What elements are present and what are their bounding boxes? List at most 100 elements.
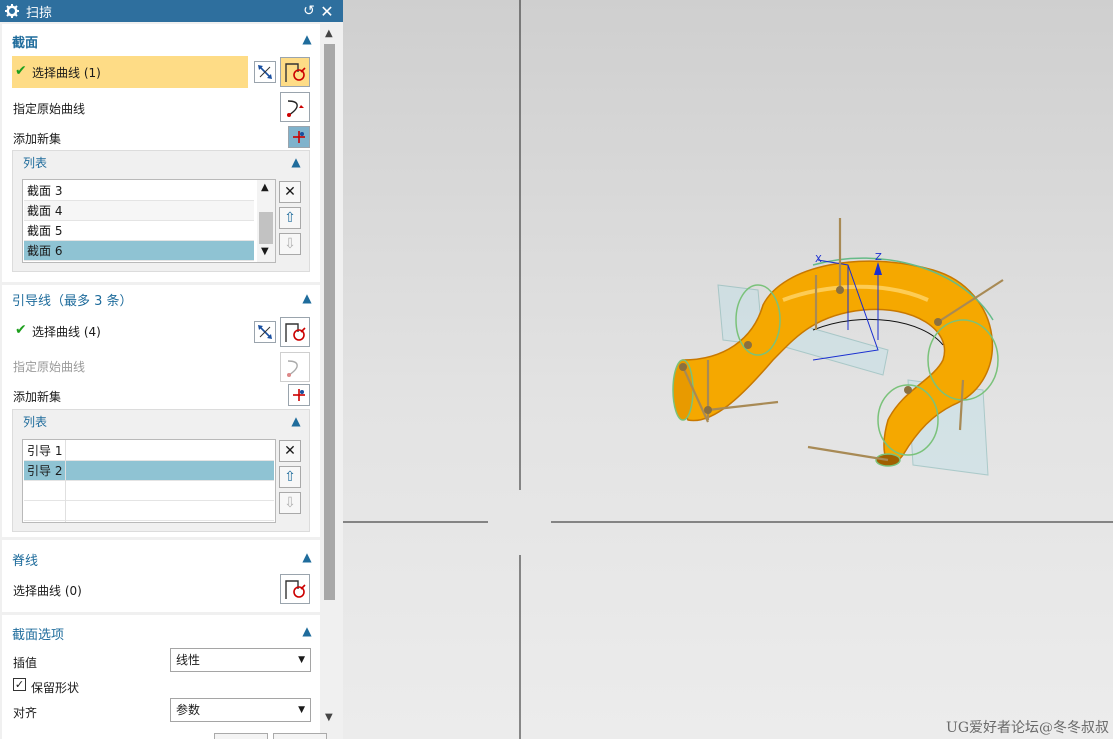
guides-specify-origin-button[interactable]: [280, 352, 310, 382]
scroll-thumb[interactable]: [324, 44, 335, 600]
collapse-guides-list-icon[interactable]: ▲: [289, 414, 303, 428]
reverse-direction-icon: [258, 325, 272, 339]
guides-list[interactable]: 引导 1 引导 2: [22, 439, 276, 523]
scroll-up-icon[interactable]: ▲: [261, 182, 269, 193]
spine-curve-rule-button[interactable]: [280, 574, 310, 604]
guides-group: 引导线（最多 3 条） ▲ ✔ 选择曲线 (4) 指定原始曲线 添加新集 列表 …: [2, 285, 320, 537]
sweep-dialog: 扫掠 ↺ ✕ 截面 ▲ ✔ 选择曲线 (1) 指定原始曲线 添加新集 列表 ▲ …: [0, 0, 343, 739]
curve-rule-icon: [285, 580, 306, 599]
cancel-button[interactable]: [273, 733, 327, 739]
dialog-body: 截面 ▲ ✔ 选择曲线 (1) 指定原始曲线 添加新集 列表 ▲ 截面 3 截面…: [0, 22, 320, 739]
scroll-up-icon[interactable]: ▲: [325, 28, 333, 39]
section-list-title: 列表: [23, 156, 48, 170]
preserve-shape-label: 保留形状: [31, 681, 80, 695]
guides-specify-origin-label: 指定原始曲线: [13, 360, 86, 374]
section-group: 截面 ▲ ✔ 选择曲线 (1) 指定原始曲线 添加新集 列表 ▲ 截面 3 截面…: [2, 24, 320, 282]
guides-group-title: 引导线（最多 3 条）: [12, 294, 133, 309]
interpolation-value: 线性: [176, 653, 201, 667]
guides-list-group: 列表 ▲ 引导 1 引导 2 ✕ ⇧ ⇩: [12, 409, 310, 532]
section-options-title: 截面选项: [12, 628, 65, 643]
check-icon: ✔: [15, 322, 27, 338]
watermark: UG爱好者论坛@冬冬叔叔: [946, 720, 1109, 736]
collapse-section-options-icon[interactable]: ▲: [300, 624, 314, 638]
specify-origin-button[interactable]: [280, 92, 310, 122]
origin-curve-icon: [287, 360, 298, 377]
preserve-shape-checkbox[interactable]: ✓: [13, 678, 26, 691]
list-item[interactable]: 截面 4: [24, 201, 254, 221]
scroll-down-icon[interactable]: ▼: [261, 246, 269, 257]
select-curve-row[interactable]: ✔ 选择曲线 (1): [12, 56, 248, 88]
dialog-scrollbar[interactable]: ▲ ▼: [322, 22, 337, 739]
column-divider: [65, 440, 66, 522]
collapse-guides-icon[interactable]: ▲: [300, 291, 314, 305]
arrow-up-icon: ⇧: [284, 469, 296, 485]
scroll-thumb[interactable]: [259, 212, 273, 244]
close-icon[interactable]: ✕: [318, 2, 336, 21]
arrow-down-icon: ⇩: [284, 495, 296, 511]
curve-rule-icon: [285, 323, 306, 342]
specify-origin-label: 指定原始曲线: [13, 102, 86, 116]
remove-item-button[interactable]: ✕: [279, 181, 301, 203]
ok-button[interactable]: [214, 733, 268, 739]
section-group-title: 截面: [12, 36, 39, 51]
add-new-set-label: 添加新集: [13, 132, 62, 146]
select-curve-label: 选择曲线 (1): [32, 66, 101, 80]
list-item-selected[interactable]: 截面 6: [24, 241, 254, 261]
arrow-up-icon: ⇧: [284, 210, 296, 226]
list-item[interactable]: 截面 3: [24, 181, 254, 201]
move-down-button[interactable]: ⇩: [279, 233, 301, 255]
spine-group-title: 脊线: [12, 554, 39, 569]
guides-move-down-button[interactable]: ⇩: [279, 492, 301, 514]
section-list-group: 列表 ▲ 截面 3 截面 4 截面 5 截面 6 ▲ ▼ ✕ ⇧ ⇩: [12, 150, 310, 272]
reverse-direction-button[interactable]: [254, 61, 276, 83]
reverse-direction-icon: [258, 65, 272, 79]
scroll-down-icon[interactable]: ▼: [325, 712, 333, 723]
delete-x-icon: ✕: [284, 184, 296, 200]
dialog-titlebar: 扫掠 ↺ ✕: [0, 0, 343, 22]
x-axis-label: X: [815, 254, 822, 265]
guides-remove-item-button[interactable]: ✕: [279, 440, 301, 462]
collapse-section-icon[interactable]: ▲: [300, 32, 314, 46]
guides-add-new-set-button[interactable]: [288, 384, 310, 406]
move-up-button[interactable]: ⇧: [279, 207, 301, 229]
guides-reverse-button[interactable]: [254, 321, 276, 343]
guides-select-curve-label[interactable]: 选择曲线 (4): [32, 323, 101, 340]
guides-list-title: 列表: [23, 415, 48, 429]
interpolation-label: 插值: [13, 656, 38, 670]
graphics-viewport[interactable]: Z X UG爱好者论坛@冬冬叔叔: [343, 0, 1113, 739]
alignment-label: 对齐: [13, 706, 38, 720]
interpolation-select[interactable]: 线性 ▼: [170, 648, 311, 672]
list-item-empty: [24, 501, 274, 521]
list-item-empty: [24, 481, 274, 501]
section-options-group: 截面选项 ▲ 插值 线性 ▼ ✓ 保留形状 对齐 参数 ▼: [2, 615, 320, 739]
check-icon: ✔: [15, 63, 27, 79]
section-list-scrollbar[interactable]: ▲ ▼: [257, 180, 275, 262]
spine-select-curve-label[interactable]: 选择曲线 (0): [13, 582, 82, 599]
chevron-down-icon: ▼: [298, 655, 305, 665]
guides-curve-rule-button[interactable]: [280, 317, 310, 347]
collapse-section-list-icon[interactable]: ▲: [289, 155, 303, 169]
guides-add-new-set-label: 添加新集: [13, 390, 62, 404]
list-item[interactable]: 截面 5: [24, 221, 254, 241]
curve-rule-icon: [285, 63, 306, 82]
add-new-set-button[interactable]: [288, 126, 310, 148]
reset-icon[interactable]: ↺: [300, 2, 318, 20]
spine-group: 脊线 ▲ 选择曲线 (0): [2, 540, 320, 612]
list-item-selected[interactable]: 引导 2: [24, 461, 274, 481]
chevron-down-icon: ▼: [298, 705, 305, 715]
collapse-spine-icon[interactable]: ▲: [300, 550, 314, 564]
z-axis-label: Z: [875, 252, 882, 263]
curve-rule-button[interactable]: [280, 57, 310, 87]
arrow-down-icon: ⇩: [284, 236, 296, 252]
gear-icon[interactable]: [3, 2, 21, 20]
add-set-icon: [293, 389, 305, 401]
model-view[interactable]: Z X: [343, 0, 1113, 739]
delete-x-icon: ✕: [284, 443, 296, 459]
list-item[interactable]: 引导 1: [24, 441, 274, 461]
add-set-icon: [293, 131, 305, 143]
alignment-value: 参数: [176, 703, 201, 717]
alignment-select[interactable]: 参数 ▼: [170, 698, 311, 722]
guides-move-up-button[interactable]: ⇧: [279, 466, 301, 488]
dialog-title: 扫掠: [26, 5, 53, 21]
section-list[interactable]: 截面 3 截面 4 截面 5 截面 6 ▲ ▼: [22, 179, 276, 263]
